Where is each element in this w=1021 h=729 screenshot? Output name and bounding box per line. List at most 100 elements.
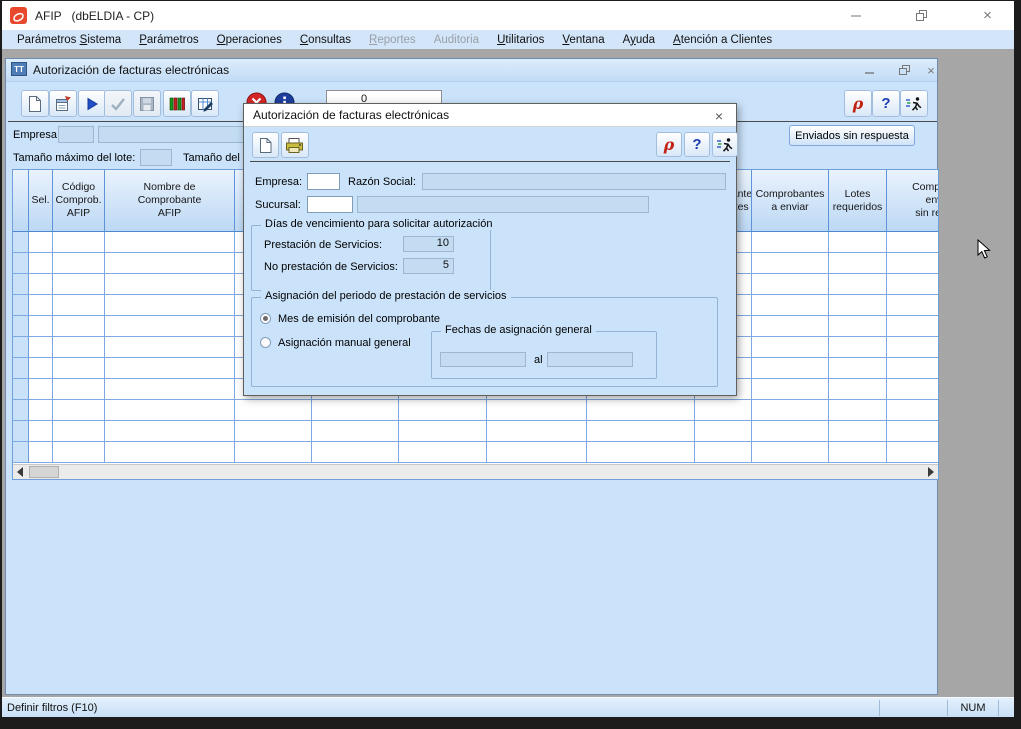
- radio-manual-label[interactable]: Asignación manual general: [278, 337, 411, 349]
- dialog-sucursal-input[interactable]: [307, 196, 353, 213]
- menu-item-operaciones[interactable]: Operaciones: [208, 32, 291, 48]
- grid-cell[interactable]: [399, 442, 487, 463]
- grid-cell[interactable]: [752, 316, 829, 337]
- grid-cell[interactable]: [887, 358, 939, 379]
- menu-item-consultas[interactable]: Consultas: [291, 32, 360, 48]
- grid-cell[interactable]: [752, 232, 829, 253]
- grid-cell[interactable]: [105, 253, 235, 274]
- grid-row-selector[interactable]: [13, 316, 29, 337]
- grid-cell[interactable]: [399, 400, 487, 421]
- menu-item-ayuda[interactable]: Ayuda: [614, 32, 664, 48]
- grid-cell[interactable]: [53, 295, 105, 316]
- grid-cell[interactable]: [587, 400, 695, 421]
- grid-cell[interactable]: [695, 400, 752, 421]
- grid-cell[interactable]: [695, 421, 752, 442]
- grid-cell[interactable]: [829, 316, 887, 337]
- dialog-close-button[interactable]: ×: [710, 107, 728, 124]
- grid-row-selector[interactable]: [13, 253, 29, 274]
- grid-cell[interactable]: [752, 421, 829, 442]
- radio-mes-emision[interactable]: [260, 313, 271, 324]
- grid-cell[interactable]: [887, 316, 939, 337]
- grid-cell[interactable]: [29, 316, 53, 337]
- run-button[interactable]: [78, 90, 106, 117]
- horizontal-scrollbar[interactable]: [13, 464, 938, 479]
- grid-row-selector[interactable]: [13, 295, 29, 316]
- child-titlebar[interactable]: TT Autorización de facturas electrónicas…: [6, 59, 937, 82]
- scroll-left-arrow-icon[interactable]: [17, 467, 23, 477]
- dialog-new-button[interactable]: [252, 132, 279, 158]
- dialog-print-button[interactable]: [281, 132, 309, 158]
- new-record-button[interactable]: [21, 90, 49, 117]
- grid-cell[interactable]: [53, 274, 105, 295]
- grid-cell[interactable]: [487, 421, 587, 442]
- grid-cell[interactable]: [752, 358, 829, 379]
- grid-cell[interactable]: [105, 379, 235, 400]
- grid-cell[interactable]: [29, 379, 53, 400]
- radio-asignacion-manual[interactable]: [260, 337, 271, 348]
- grid-cell[interactable]: [887, 253, 939, 274]
- menu-item-utilitarios[interactable]: Utilitarios: [488, 32, 553, 48]
- grid-cell[interactable]: [829, 442, 887, 463]
- grid-cell[interactable]: [752, 253, 829, 274]
- radio-mes-label[interactable]: Mes de emisión del comprobante: [278, 313, 440, 325]
- grid-cell[interactable]: [887, 421, 939, 442]
- grid-cell[interactable]: [487, 400, 587, 421]
- grid-cell[interactable]: [105, 400, 235, 421]
- grid-cell[interactable]: [29, 400, 53, 421]
- grid-cell[interactable]: [29, 274, 53, 295]
- grid-row-selector[interactable]: [13, 232, 29, 253]
- grid-cell[interactable]: [752, 442, 829, 463]
- grid-row-selector[interactable]: [13, 379, 29, 400]
- grid-cell[interactable]: [887, 379, 939, 400]
- grid-cell[interactable]: [312, 421, 399, 442]
- grid-cell[interactable]: [887, 442, 939, 463]
- grid-cell[interactable]: [829, 232, 887, 253]
- grid-cell[interactable]: [312, 442, 399, 463]
- grid-cell[interactable]: [312, 400, 399, 421]
- grid-cell[interactable]: [752, 337, 829, 358]
- grid-cell[interactable]: [105, 295, 235, 316]
- grid-cell[interactable]: [829, 358, 887, 379]
- grid-row-selector[interactable]: [13, 358, 29, 379]
- grid-cell[interactable]: [829, 253, 887, 274]
- dialog-titlebar[interactable]: Autorización de facturas electrónicas ×: [244, 104, 736, 127]
- grid-cell[interactable]: [487, 442, 587, 463]
- grid-cell[interactable]: [53, 442, 105, 463]
- scroll-right-arrow-icon[interactable]: [928, 467, 934, 477]
- grid-cell[interactable]: [29, 337, 53, 358]
- close-button[interactable]: ×: [965, 1, 1010, 30]
- grid-cell[interactable]: [887, 400, 939, 421]
- grid-cell[interactable]: [887, 232, 939, 253]
- grid-edit-button[interactable]: [191, 90, 219, 117]
- help-button[interactable]: ?: [872, 90, 900, 117]
- grid-row-selector[interactable]: [13, 337, 29, 358]
- grid-cell[interactable]: [399, 421, 487, 442]
- grid-cell[interactable]: [887, 295, 939, 316]
- filter-columns-button[interactable]: [163, 90, 191, 117]
- grid-cell[interactable]: [29, 442, 53, 463]
- grid-cell[interactable]: [29, 295, 53, 316]
- grid-cell[interactable]: [887, 274, 939, 295]
- grid-cell[interactable]: [105, 421, 235, 442]
- grid-cell[interactable]: [695, 442, 752, 463]
- grid-cell[interactable]: [752, 400, 829, 421]
- grid-cell[interactable]: [752, 274, 829, 295]
- properties-button[interactable]: [49, 90, 77, 117]
- grid-cell[interactable]: [53, 358, 105, 379]
- grid-row-selector[interactable]: [13, 421, 29, 442]
- grid-cell[interactable]: [829, 421, 887, 442]
- child-minimize-button[interactable]: [858, 62, 880, 78]
- grid-cell[interactable]: [105, 442, 235, 463]
- minimize-button[interactable]: [833, 1, 878, 30]
- grid-cell[interactable]: [829, 295, 887, 316]
- menu-item-atencion-clientes[interactable]: Atención a Clientes: [664, 32, 781, 48]
- filter-button[interactable]: ρ: [844, 90, 872, 117]
- grid-cell[interactable]: [29, 358, 53, 379]
- grid-cell[interactable]: [752, 379, 829, 400]
- scrollbar-thumb[interactable]: [29, 466, 59, 478]
- grid-cell[interactable]: [105, 358, 235, 379]
- grid-cell[interactable]: [29, 421, 53, 442]
- grid-cell[interactable]: [29, 232, 53, 253]
- grid-cell[interactable]: [829, 274, 887, 295]
- grid-cell[interactable]: [235, 421, 312, 442]
